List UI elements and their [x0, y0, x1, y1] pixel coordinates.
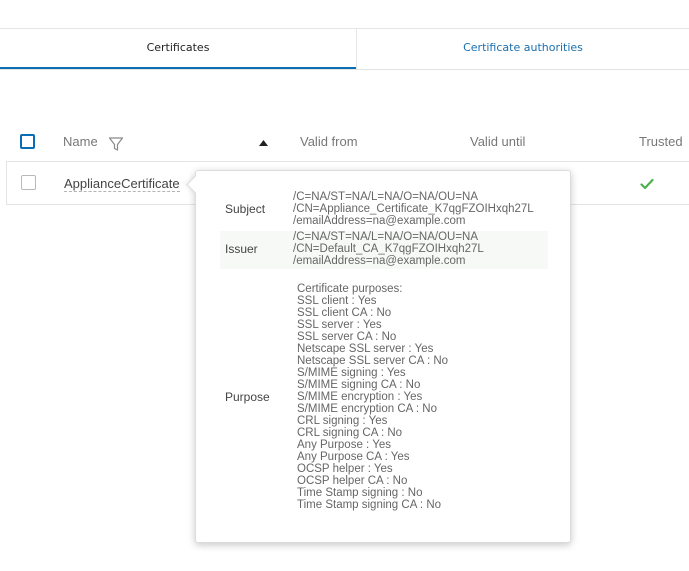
column-header-valid-from[interactable]: Valid from — [300, 134, 358, 149]
detail-line: Netscape SSL server CA : No — [297, 355, 449, 367]
detail-line: /CN=Appliance_Certificate_K7qgFZOIHxqh27… — [293, 203, 534, 215]
tab-certificate-authorities[interactable]: Certificate authorities — [357, 29, 689, 69]
row-checkbox[interactable] — [21, 175, 36, 190]
detail-line: S/MIME encryption : Yes — [297, 391, 423, 403]
detail-line: SSL client CA : No — [297, 307, 392, 319]
detail-line: S/MIME encryption CA : No — [297, 403, 437, 415]
detail-line: CRL signing CA : No — [297, 427, 403, 439]
column-header-trusted[interactable]: Trusted — [639, 134, 683, 149]
detail-line: SSL server CA : No — [297, 331, 397, 343]
subject-label: Subject — [225, 202, 266, 216]
sort-ascending-icon[interactable] — [259, 140, 268, 146]
issuer-value: /C=NA/ST=NA/L=NA/O=NA/OU=NA/CN=Default_C… — [293, 231, 484, 267]
subject-row: Subject /C=NA/ST=NA/L=NA/O=NA/OU=NA/CN=A… — [220, 191, 548, 229]
detail-line: Certificate purposes: — [297, 283, 403, 295]
detail-line: S/MIME signing : Yes — [297, 367, 406, 379]
detail-line: OCSP helper : Yes — [297, 463, 393, 475]
detail-line: Any Purpose CA : Yes — [297, 451, 410, 463]
tab-bar: Certificates Certificate authorities — [0, 29, 689, 70]
detail-line: SSL client : Yes — [297, 295, 377, 307]
table-header: Name Valid from Valid until Trusted — [0, 130, 689, 156]
subject-value: /C=NA/ST=NA/L=NA/O=NA/OU=NA/CN=Appliance… — [293, 191, 534, 227]
column-header-name[interactable]: Name — [63, 134, 98, 149]
filter-icon[interactable] — [108, 136, 124, 152]
detail-line: SSL server : Yes — [297, 319, 382, 331]
detail-line: /emailAddress=na@example.com — [293, 215, 466, 227]
purpose-row: Purpose Certificate purposes: SSL client … — [220, 283, 548, 513]
purpose-label: Purpose — [225, 390, 270, 404]
check-icon — [640, 178, 654, 190]
detail-line: /C=NA/ST=NA/L=NA/O=NA/OU=NA — [293, 231, 479, 243]
tab-certificates[interactable]: Certificates — [0, 29, 356, 69]
detail-line: CRL signing : Yes — [297, 415, 388, 427]
detail-line: /C=NA/ST=NA/L=NA/O=NA/OU=NA — [293, 191, 479, 203]
detail-line: /emailAddress=na@example.com — [293, 255, 466, 267]
issuer-row: Issuer /C=NA/ST=NA/L=NA/O=NA/OU=NA/CN=De… — [220, 231, 548, 269]
detail-line: OCSP helper CA : No — [297, 475, 408, 487]
column-header-valid-until[interactable]: Valid until — [470, 134, 525, 149]
detail-line: Netscape SSL server : Yes — [297, 343, 434, 355]
detail-line: Time Stamp signing CA : No — [297, 499, 442, 511]
purpose-value: Certificate purposes: SSL client : Yes SSL… — [297, 283, 448, 511]
detail-line: S/MIME signing CA : No — [297, 379, 421, 391]
detail-line: /CN=Default_CA_K7qgFZOIHxqh27L — [293, 243, 484, 255]
certificate-details-popover: Subject /C=NA/ST=NA/L=NA/O=NA/OU=NA/CN=A… — [186, 170, 571, 543]
detail-line: Any Purpose : Yes — [297, 439, 391, 451]
select-all-checkbox[interactable] — [20, 134, 35, 149]
certificate-name-link[interactable]: ApplianceCertificate — [64, 176, 180, 192]
issuer-label: Issuer — [225, 242, 258, 256]
detail-line: Time Stamp signing : No — [297, 487, 423, 499]
